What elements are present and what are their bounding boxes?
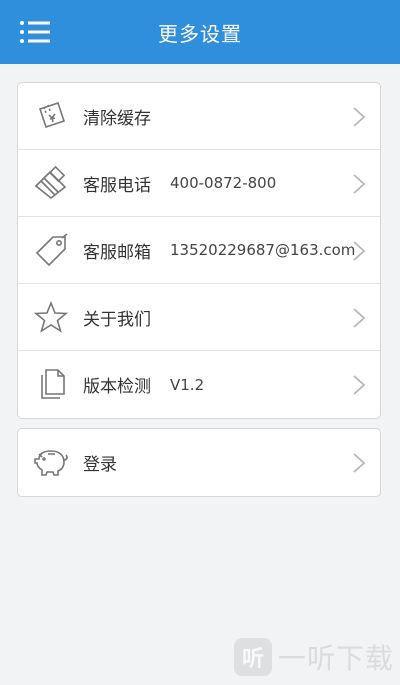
chevron-right-icon [353,241,366,261]
account-list: 登录 [17,428,381,497]
document-icon [32,365,70,403]
piggy-bank-icon [32,443,70,481]
menu-button[interactable] [12,12,58,52]
chevron-right-icon [353,453,366,473]
login-item[interactable]: 登录 [18,429,380,496]
item-label: 客服电话 [83,175,151,196]
item-label: 关于我们 [83,309,151,330]
card-icon [32,164,70,202]
item-label: 清除缓存 [83,108,151,129]
watermark: 听 一听下载 [233,637,394,677]
watermark-text: 一听下载 [277,642,394,675]
chevron-right-icon [353,308,366,328]
service-phone-item[interactable]: 客服电话 400-0872-800 [18,150,380,217]
list-menu-icon [20,21,50,43]
item-label: 登录 [83,455,117,475]
service-email-item[interactable]: 客服邮箱 13520229687@163.com [18,217,380,284]
item-label: 版本检测 [83,377,151,397]
settings-list: 清除缓存 客服电话 400-0872-800 客服邮箱 13520229687@… [17,82,381,419]
star-icon [32,298,70,336]
version-check-item[interactable]: 版本检测 V1.2 [18,351,380,418]
app-header: 更多设置 [0,0,400,64]
chevron-right-icon [353,107,366,127]
phone-value: 400-0872-800 [170,174,277,192]
item-label: 客服邮箱 [83,242,151,263]
chevron-right-icon [353,174,366,194]
tag-icon [32,231,70,269]
chevron-right-icon [353,375,366,395]
version-value: V1.2 [170,375,205,394]
watermark-logo: 听 [233,638,272,676]
email-value: 13520229687@163.com [170,241,356,259]
page-title: 更多设置 [158,21,242,46]
clear-cache-item[interactable]: 清除缓存 [18,83,380,150]
ticket-icon [32,97,70,135]
about-us-item[interactable]: 关于我们 [18,284,380,351]
